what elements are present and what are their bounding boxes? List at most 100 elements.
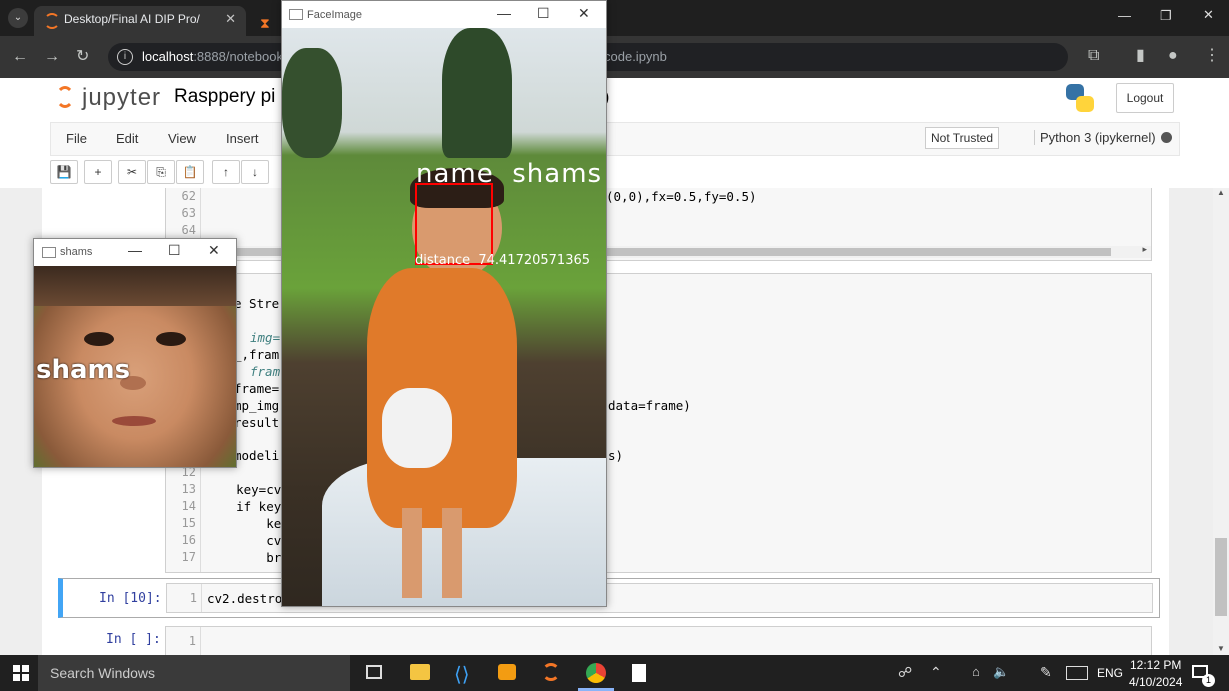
forward-icon[interactable]: →	[44, 47, 60, 67]
paste-button[interactable]: 📋	[176, 160, 204, 184]
sidebar-icon[interactable]: ▮	[1136, 46, 1145, 66]
pen-icon[interactable]: ✎	[1040, 664, 1052, 681]
code-line: cv2.destro	[207, 591, 283, 606]
move-down-button[interactable]: ↓	[241, 160, 269, 184]
media-player-icon[interactable]	[498, 664, 516, 680]
window-close-icon[interactable]: ✕	[1203, 7, 1214, 23]
code-fragment: data=frame)	[608, 398, 691, 413]
clock-date[interactable]: 4/10/2024	[1129, 675, 1182, 689]
code-line: br	[206, 550, 282, 565]
back-icon[interactable]: ←	[12, 47, 28, 67]
cell-prompt: In [10]:	[99, 591, 162, 606]
maximize-icon[interactable]: ☐	[537, 5, 550, 22]
file-explorer-icon[interactable]	[410, 664, 430, 680]
code-fragment: fram	[250, 364, 281, 379]
face-image-window[interactable]: FaceImage — ☐ ✕ name shams distance 74.4…	[281, 0, 607, 607]
window-title: shams	[60, 246, 93, 258]
url-text: localhost:8888/notebook	[142, 49, 283, 64]
code-line: key=cv	[206, 482, 282, 497]
window-title: FaceImage	[307, 9, 363, 21]
distance-label: distance 74.41720571365	[415, 253, 591, 268]
line-number: 15	[181, 516, 196, 530]
language-indicator[interactable]: ENG	[1097, 666, 1123, 680]
keyboard-icon[interactable]	[1066, 666, 1088, 680]
jupyter-app-icon[interactable]	[542, 663, 560, 681]
not-trusted-button[interactable]: Not Trusted	[925, 127, 1000, 149]
notebook-title[interactable]: Rasppery pi	[174, 86, 275, 108]
chrome-icon[interactable]	[586, 663, 606, 683]
people-icon[interactable]: ☍	[898, 664, 912, 681]
insert-cell-button[interactable]: +	[84, 160, 112, 184]
menu-view[interactable]: View	[168, 131, 196, 146]
menu-bar: File Edit View Insert	[50, 122, 1180, 156]
volume-icon[interactable]: 🔈	[993, 664, 1009, 680]
tab-search-icon[interactable]: ⌄	[8, 8, 28, 28]
chevron-up-icon[interactable]: ⌃	[930, 664, 942, 681]
window-minimize-icon[interactable]: —	[1118, 8, 1131, 23]
logout-button[interactable]: Logout	[1116, 83, 1174, 113]
browser-tab-strip: ⌄ Desktop/Final AI DIP Pro/ ✕ ⧗ — ❐ ✕	[0, 0, 1229, 36]
menu-insert[interactable]: Insert	[226, 131, 259, 146]
code-fragment: modeli	[234, 448, 280, 463]
selected-cell[interactable]: In [10]: 1 cv2.destro	[58, 578, 1160, 618]
code-line: ke	[206, 516, 282, 531]
task-view-icon[interactable]	[366, 665, 382, 679]
menu-edit[interactable]: Edit	[116, 131, 138, 146]
minimize-icon[interactable]: —	[128, 242, 142, 258]
taskbar-search[interactable]: Search Windows	[38, 655, 350, 691]
profile-icon[interactable]: ●	[1168, 46, 1178, 66]
close-icon[interactable]: ✕	[208, 242, 220, 259]
network-icon[interactable]: ⌂	[972, 664, 980, 679]
cell-input[interactable]: 1	[165, 626, 1152, 655]
jupyter-logo-text[interactable]: jupyter	[82, 84, 161, 112]
save-button[interactable]: 💾	[50, 160, 78, 184]
code-fragment: mp_img	[234, 398, 280, 413]
close-icon[interactable]: ✕	[578, 5, 590, 22]
hourglass-icon: ⧗	[260, 15, 270, 31]
python-logo-icon	[1066, 84, 1094, 112]
cell-prompt: In [ ]:	[106, 632, 161, 647]
minimize-icon[interactable]: —	[497, 5, 511, 21]
code-line: if key	[206, 499, 282, 514]
tab-notebook-tree[interactable]: Desktop/Final AI DIP Pro/ ✕	[34, 6, 246, 36]
line-number: 1	[189, 591, 197, 605]
extensions-icon[interactable]: ⧉	[1088, 46, 1099, 66]
line-number: 16	[181, 533, 196, 547]
vscode-icon[interactable]: ⟨⟩	[454, 662, 470, 687]
shams-window[interactable]: shams — ☐ ✕ shams	[33, 238, 237, 468]
line-number: 13	[181, 482, 196, 496]
kernel-indicator: Python 3 (ipykernel)	[1034, 130, 1156, 145]
menu-dots-icon[interactable]: ⋮	[1204, 46, 1220, 66]
copy-button[interactable]: ⎘	[147, 160, 175, 184]
search-placeholder: Search Windows	[50, 665, 156, 681]
line-number: 17	[181, 550, 196, 564]
empty-cell[interactable]: In [ ]: 1	[63, 624, 1153, 656]
window-restore-icon[interactable]: ❐	[1160, 8, 1172, 24]
tab-title: Desktop/Final AI DIP Pro/	[64, 12, 200, 26]
camera-photo	[282, 28, 606, 606]
page-scrollbar[interactable]: ▲ ▼	[1213, 188, 1229, 655]
tab-notebook[interactable]: ⧗	[250, 6, 284, 36]
menu-file[interactable]: File	[66, 131, 87, 146]
windows-start-icon[interactable]	[13, 665, 29, 681]
code-fragment: result	[234, 415, 280, 430]
maximize-icon[interactable]: ☐	[168, 242, 181, 259]
url-tail: code.ipynb	[604, 49, 667, 64]
line-number: 62	[181, 189, 196, 203]
kernel-idle-icon	[1161, 132, 1172, 143]
code-fragment: s)	[608, 448, 624, 463]
code-fragment: e Stre	[234, 296, 280, 311]
clock-time[interactable]: 12:12 PM	[1130, 658, 1181, 672]
cut-button[interactable]: ✂	[118, 160, 146, 184]
notification-count: 1	[1202, 674, 1215, 687]
move-up-button[interactable]: ↑	[212, 160, 240, 184]
jupyter-logo-icon	[56, 86, 74, 108]
notepad-icon[interactable]	[632, 664, 646, 682]
code-fragment: frame=	[234, 381, 280, 396]
close-icon[interactable]: ✕	[225, 6, 236, 32]
reload-icon[interactable]: ↻	[76, 47, 89, 67]
code-fragment: img=	[250, 330, 281, 345]
line-number: 14	[181, 499, 196, 513]
info-icon[interactable]: i	[117, 49, 133, 65]
code-line: cv	[206, 533, 282, 548]
